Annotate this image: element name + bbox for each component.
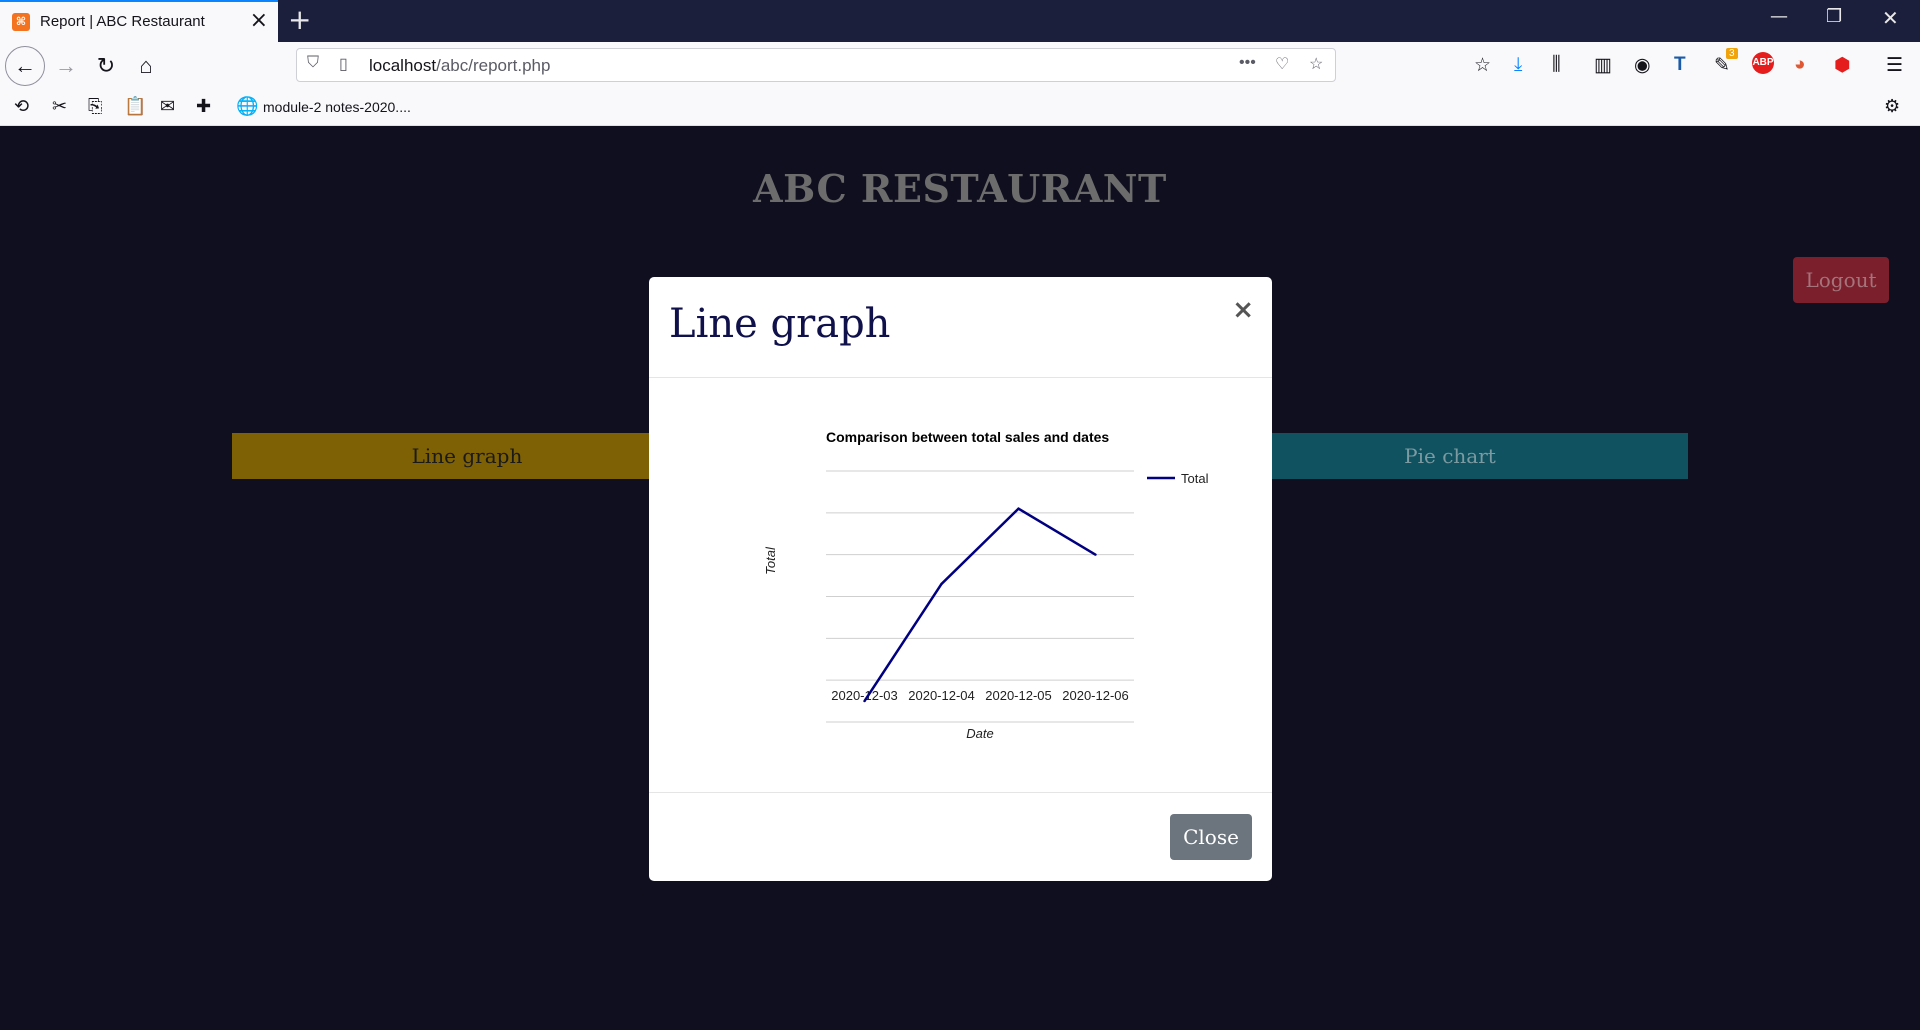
sidebar-icon[interactable]: ▥ [1594,54,1612,77]
library-icon[interactable]: ⫼ [1552,54,1561,76]
pocket-icon[interactable]: ♡ [1275,54,1289,74]
x-tick-label: 2020-12-06 [1062,688,1129,703]
settings-gear-icon[interactable]: ⚙ [1884,96,1900,117]
page-info-icon[interactable]: ▯ [339,54,348,74]
data-point [1094,553,1097,556]
shield-icon[interactable]: ⛉ [307,54,319,72]
reading-list-icon[interactable]: ☆ [1474,54,1491,77]
bookmark-star-icon[interactable]: ☆ [1309,54,1323,74]
browser-tab[interactable]: ⌘ Report | ABC Restaurant × [0,0,278,42]
data-point [863,699,866,703]
chart-x-ticks: 2020-12-03 2020-12-04 2020-12-05 2020-12-06 [831,688,1129,703]
translate-extension-icon[interactable]: T [1674,54,1686,76]
line-graph-modal: Line graph × Comparison between total sa… [649,277,1272,881]
modal-close-button[interactable]: Close [1170,814,1252,860]
globe-icon: 🌐 [236,96,259,116]
legend-label: Total [1181,471,1209,486]
data-point [1017,507,1020,510]
x-tick-label: 2020-12-04 [908,688,975,703]
data-point [940,582,943,586]
bookmarks-toolbar: ⟲ ✂ ⎘ 📋 ✉ ✚ 🌐 module-2 notes-2020.... ⚙ [0,90,1920,126]
new-tab-icon[interactable]: + [288,4,311,36]
navigation-toolbar: ← → ↻ ⌂ ⛉ ▯ localhost/abc/report.php •••… [0,42,1920,90]
page-actions-icon[interactable]: ••• [1239,54,1256,72]
url-host: localhost [369,56,437,75]
x-tick-label: 2020-12-05 [985,688,1052,703]
adblock-icon[interactable]: ABP [1752,52,1774,74]
modal-title: Line graph [669,301,891,347]
address-bar[interactable]: ⛉ ▯ localhost/abc/report.php ••• ♡ ☆ [296,48,1336,82]
chart-series [863,507,1097,703]
logout-button[interactable]: Logout [1793,257,1889,303]
forward-arrow-icon[interactable]: → [50,50,82,82]
reload-icon[interactable]: ↻ [90,50,122,82]
url-path: /abc/report.php [436,56,551,75]
ublock-icon[interactable]: ⬢ [1834,54,1851,77]
history-icon[interactable]: ⟲ [14,96,29,117]
site-brand-title: ABC RESTAURANT [753,166,1167,211]
duckduckgo-icon[interactable]: ◕ [1794,54,1805,76]
cut-icon[interactable]: ✂ [52,96,67,117]
chart-title: Comparison between total sales and dates [826,429,1109,445]
restore-icon[interactable]: ❐ [1826,6,1842,27]
menu-hamburger-icon[interactable]: ☰ [1886,54,1903,77]
extensions-puzzle-icon[interactable]: ✚ [196,96,211,117]
window-close-icon[interactable]: ✕ [1882,6,1899,30]
modal-close-x-icon[interactable]: × [1232,295,1254,325]
chart-y-axis-label: Total [763,546,778,575]
copy-icon[interactable]: ⎘ [88,96,102,117]
close-tab-icon[interactable]: × [250,8,268,33]
account-icon[interactable]: ◉ [1634,54,1651,77]
download-icon[interactable]: ⤓ [1514,54,1522,76]
pie-chart-button[interactable]: Pie chart [1212,433,1688,479]
chart-gridlines [826,470,1134,723]
home-icon[interactable]: ⌂ [130,50,162,82]
series-line-total [863,507,1097,702]
minimize-icon[interactable]: — [1770,6,1788,27]
bookmark-module-notes[interactable]: module-2 notes-2020.... [263,99,411,115]
notification-badge: 3 [1726,48,1738,59]
chart-legend: Total [1147,471,1209,486]
url-text[interactable]: localhost/abc/report.php [369,56,550,76]
email-icon[interactable]: ✉ [160,96,175,117]
sales-line-chart: Comparison between total sales and dates… [763,429,1209,741]
chart-x-axis-label: Date [966,726,993,741]
tab-title: Report | ABC Restaurant [40,13,205,30]
line-graph-button[interactable]: Line graph [232,433,702,479]
clipboard-icon[interactable]: 📋 [124,96,146,117]
modal-footer-divider [649,792,1272,793]
tab-strip: ⌘ Report | ABC Restaurant × + — ❐ ✕ [0,0,1920,42]
site-favicon-icon: ⌘ [12,13,30,31]
back-arrow-icon[interactable]: ← [5,46,45,86]
